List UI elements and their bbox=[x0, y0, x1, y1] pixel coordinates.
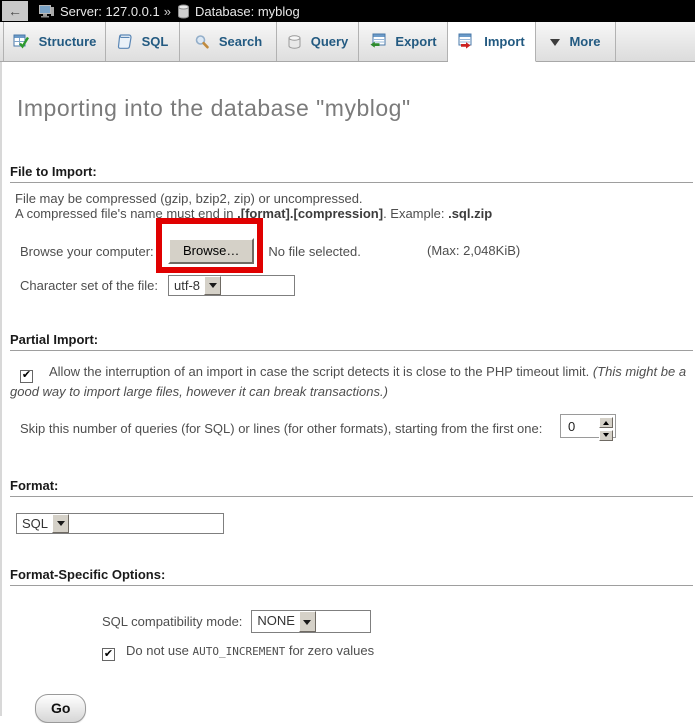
browse-label: Browse your computer: bbox=[20, 244, 168, 259]
server-breadcrumb-bar: ← Server: 127.0.0.1 » Database: myblog bbox=[0, 0, 695, 22]
no-file-selected-text: No file selected. bbox=[268, 244, 361, 259]
tab-label: Export bbox=[395, 34, 436, 49]
format-select-row: SQL bbox=[2, 513, 695, 534]
skip-queries-value: 0 bbox=[561, 415, 597, 437]
tab-structure[interactable]: Structure bbox=[3, 22, 106, 61]
section-heading-file-to-import: File to Import: bbox=[10, 164, 693, 183]
tab-export[interactable]: Export bbox=[359, 22, 448, 61]
allow-interruption-text: Allow the interruption of an import in c… bbox=[49, 364, 593, 379]
dropdown-arrow-icon[interactable] bbox=[204, 276, 221, 295]
auto-increment-row: Do not use AUTO_INCREMENT for zero value… bbox=[2, 643, 695, 662]
help-line1: File may be compressed (gzip, bzip2, zip… bbox=[15, 191, 363, 206]
help-line2-example: .sql.zip bbox=[448, 206, 492, 221]
import-form: Importing into the database "myblog" Fil… bbox=[0, 62, 695, 716]
left-arrow-icon: ← bbox=[8, 4, 22, 18]
max-upload-size: (Max: 2,048KiB) bbox=[427, 243, 520, 258]
dropdown-arrow-icon[interactable] bbox=[299, 611, 316, 632]
page-title: Importing into the database "myblog" bbox=[2, 62, 695, 122]
dropdown-arrow-icon[interactable] bbox=[52, 514, 69, 533]
skip-queries-label: Skip this number of queries (for SQL) or… bbox=[20, 421, 542, 436]
help-line2-prefix: A compressed file's name must end in bbox=[15, 206, 237, 221]
section-heading-partial-import: Partial Import: bbox=[10, 332, 693, 351]
tab-query[interactable]: Query bbox=[277, 22, 359, 61]
sql-compatibility-select[interactable]: NONE bbox=[251, 610, 371, 633]
export-icon bbox=[369, 33, 386, 50]
auto-increment-suffix: for zero values bbox=[285, 643, 374, 658]
phpmyadmin-import-page: ← Server: 127.0.0.1 » Database: myblog bbox=[0, 0, 695, 716]
allow-interruption-checkbox[interactable] bbox=[20, 370, 33, 383]
auto-increment-code: AUTO_INCREMENT bbox=[193, 645, 286, 658]
server-icon bbox=[38, 4, 55, 19]
charset-row: Character set of the file: utf-8 bbox=[2, 274, 695, 296]
go-button[interactable]: Go bbox=[35, 694, 86, 723]
format-selected-value: SQL bbox=[17, 514, 52, 533]
charset-select[interactable]: utf-8 bbox=[168, 275, 295, 296]
tab-more[interactable]: More bbox=[536, 22, 616, 61]
charset-selected-value: utf-8 bbox=[169, 276, 204, 295]
skip-queries-row: Skip this number of queries (for SQL) or… bbox=[2, 416, 695, 441]
skip-queries-input[interactable]: 0 bbox=[560, 414, 616, 438]
help-line2-mid: . Example: bbox=[383, 206, 448, 221]
spinner-buttons bbox=[597, 415, 615, 437]
search-icon bbox=[194, 34, 210, 50]
tab-import[interactable]: Import bbox=[448, 22, 536, 62]
help-line2-format: .[format].[compression] bbox=[237, 206, 383, 221]
breadcrumb-database-link[interactable]: Database: myblog bbox=[195, 4, 300, 19]
tab-label: SQL bbox=[142, 34, 169, 49]
browse-button[interactable]: Browse… bbox=[168, 238, 254, 264]
tab-search[interactable]: Search bbox=[180, 22, 277, 61]
spinner-down-icon[interactable] bbox=[599, 430, 613, 441]
database-icon bbox=[177, 4, 190, 19]
format-select[interactable]: SQL bbox=[16, 513, 224, 534]
tab-label: Import bbox=[484, 34, 524, 49]
auto-increment-prefix: Do not use bbox=[126, 643, 193, 658]
breadcrumb-separator: » bbox=[164, 4, 171, 19]
partial-import-option: Allow the interruption of an import in c… bbox=[10, 363, 691, 400]
query-icon bbox=[287, 34, 302, 50]
tab-label: Structure bbox=[39, 34, 97, 49]
file-import-help-text: File may be compressed (gzip, bzip2, zip… bbox=[15, 191, 690, 221]
section-heading-format-options: Format-Specific Options: bbox=[10, 567, 693, 586]
import-icon bbox=[458, 33, 475, 50]
sql-compatibility-label: SQL compatibility mode: bbox=[102, 614, 242, 629]
go-row: Go bbox=[2, 694, 695, 723]
structure-icon bbox=[13, 33, 30, 50]
charset-label: Character set of the file: bbox=[20, 278, 168, 293]
spinner-up-icon[interactable] bbox=[599, 417, 613, 428]
tab-sql[interactable]: SQL bbox=[106, 22, 180, 61]
tab-label: More bbox=[569, 34, 600, 49]
tab-label: Search bbox=[219, 34, 262, 49]
chevron-down-icon bbox=[550, 33, 560, 51]
sql-icon bbox=[117, 33, 133, 50]
browse-file-row: Browse your computer: Browse… No file se… bbox=[2, 238, 695, 264]
breadcrumb-server-link[interactable]: Server: 127.0.0.1 bbox=[60, 4, 160, 19]
back-button[interactable]: ← bbox=[2, 1, 28, 21]
tab-navigation: Structure SQL Search bbox=[0, 22, 695, 62]
sql-compatibility-row: SQL compatibility mode: NONE bbox=[2, 610, 695, 634]
section-heading-format: Format: bbox=[10, 478, 693, 497]
tab-label: Query bbox=[311, 34, 349, 49]
auto-increment-checkbox[interactable] bbox=[102, 648, 115, 661]
sql-compatibility-value: NONE bbox=[252, 611, 299, 632]
